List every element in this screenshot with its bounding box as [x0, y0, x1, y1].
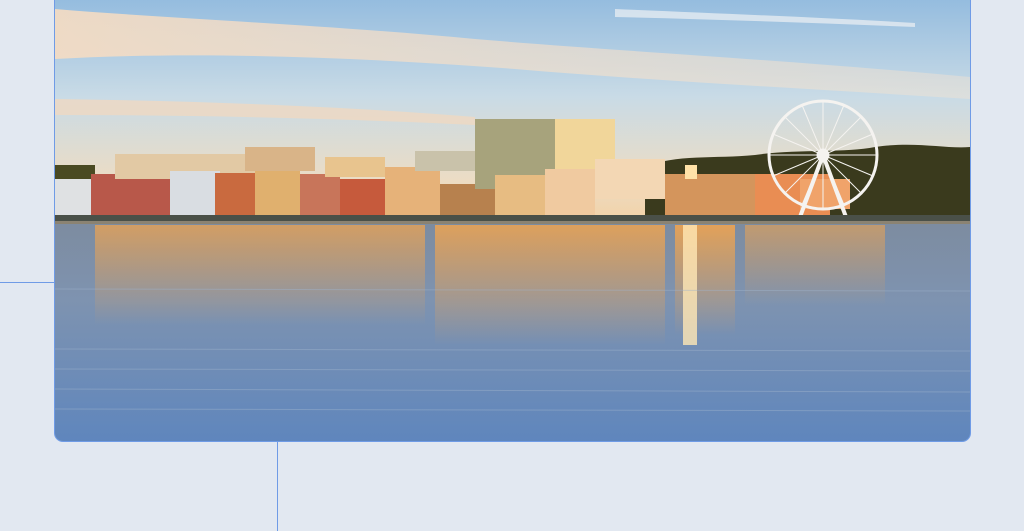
guide-line-left [0, 282, 55, 283]
waterfront-skyline-sunset-photo [55, 0, 970, 441]
guide-line-bottom [277, 441, 278, 531]
hero-image-card[interactable] [54, 0, 971, 442]
